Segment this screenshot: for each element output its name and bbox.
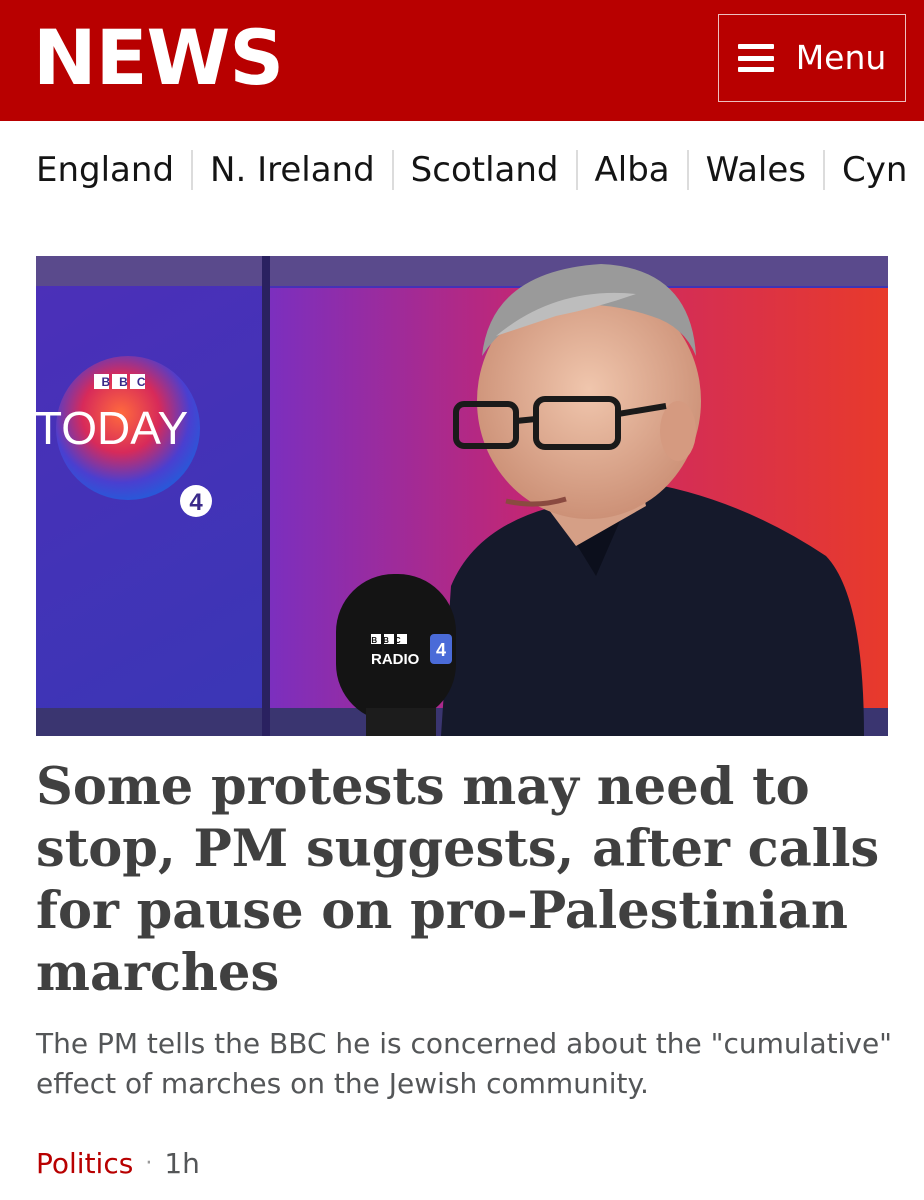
timestamp: 1h xyxy=(164,1147,200,1180)
nav-item-cymru[interactable]: Cyn xyxy=(822,150,924,190)
nav-item-england[interactable]: England xyxy=(36,150,191,190)
studio-photo: BBC TODAY 4 BBC RADIO 4 xyxy=(36,256,888,736)
mic-radio-label: RADIO xyxy=(371,651,420,668)
today-bbc-mark: BBC xyxy=(102,375,155,389)
news-logo[interactable]: NEWS xyxy=(33,16,284,100)
nav-item-alba[interactable]: Alba xyxy=(575,150,687,190)
site-header: NEWS Menu xyxy=(0,0,924,121)
hamburger-icon xyxy=(737,44,774,72)
meta-separator: · xyxy=(145,1151,153,1176)
nav-item-n-ireland[interactable]: N. Ireland xyxy=(191,150,392,190)
nations-nav: England N. Ireland Scotland Alba Wales C… xyxy=(0,121,924,221)
menu-label: Menu xyxy=(795,38,887,77)
hero-image[interactable]: BBC TODAY 4 BBC RADIO 4 xyxy=(36,256,888,736)
radio4-number: 4 xyxy=(189,489,203,516)
nav-item-scotland[interactable]: Scotland xyxy=(391,150,576,190)
menu-button[interactable]: Menu xyxy=(718,14,906,102)
nav-item-wales[interactable]: Wales xyxy=(686,150,823,190)
today-wordmark: TODAY xyxy=(36,402,188,454)
mic-bbc-mark: BBC xyxy=(371,636,406,645)
article-headline[interactable]: Some protests may need to stop, PM sugge… xyxy=(36,756,896,1004)
mic-number: 4 xyxy=(436,640,446,660)
topic-tag[interactable]: Politics xyxy=(36,1146,133,1182)
article-summary: The PM tells the BBC he is concerned abo… xyxy=(36,1027,893,1100)
article-meta: Politics · 1h xyxy=(36,1146,200,1182)
